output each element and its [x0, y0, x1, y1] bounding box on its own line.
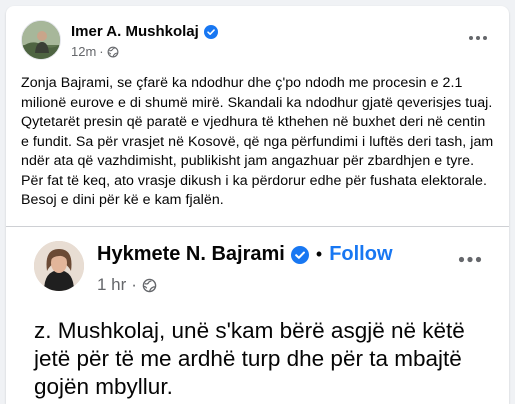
author-name[interactable]: Imer A. Mushkolaj — [71, 23, 199, 40]
globe-icon — [142, 278, 157, 292]
author-row: Imer A. Mushkolaj — [71, 23, 218, 40]
post-meta: 12m · — [71, 44, 119, 59]
embedded-timestamp: 1 hr — [97, 275, 127, 294]
embedded-post-text: z. Mushkolaj, unë s'kam bërë asgjë në kë… — [34, 318, 465, 399]
embedded-separator: • — [315, 244, 323, 264]
embedded-meta-separator: · — [131, 275, 137, 294]
author-avatar[interactable] — [21, 20, 61, 60]
more-options-icon — [469, 36, 487, 40]
post-body-text: Zonja Bajrami, se çfarë ka ndodhur dhe ç… — [21, 75, 494, 208]
more-options-icon — [458, 256, 482, 262]
embedded-author-name: Hykmete N. Bajrami — [97, 243, 285, 265]
meta-separator: · — [99, 44, 104, 59]
globe-icon[interactable] — [107, 46, 119, 58]
post-timestamp[interactable]: 12m — [71, 44, 96, 59]
embedded-post-screenshot: Hykmete N. Bajrami • Follow 1 hr · z. Mu… — [6, 227, 509, 404]
verified-badge-icon — [290, 245, 309, 264]
embedded-meta: 1 hr · — [97, 275, 157, 295]
post-card: Imer A. Mushkolaj 12m · Zonja Bajrami, s… — [6, 6, 509, 404]
embedded-author-avatar — [34, 241, 84, 291]
embedded-more-options — [453, 245, 487, 273]
embedded-author-row: Hykmete N. Bajrami • Follow — [97, 243, 393, 266]
more-options-button[interactable] — [463, 24, 493, 52]
follow-link: Follow — [329, 243, 393, 265]
verified-badge-icon — [203, 24, 218, 39]
post-header: Imer A. Mushkolaj 12m · — [21, 20, 497, 64]
